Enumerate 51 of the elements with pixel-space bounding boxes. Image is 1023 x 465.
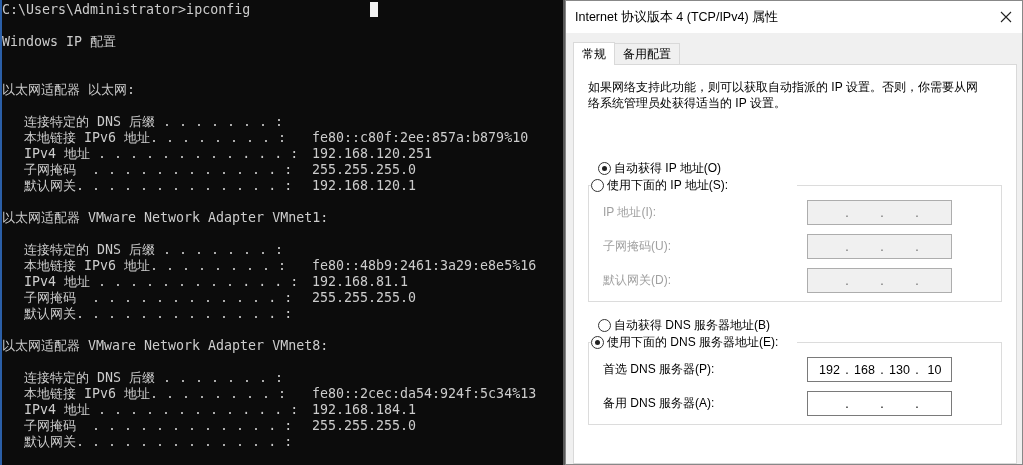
window-title: Internet 协议版本 4 (TCP/IPv4) 属性 (575, 8, 779, 26)
entry-value: 192.168.120.251 (312, 146, 433, 162)
entry-value: 255.255.255.0 (312, 290, 417, 306)
entry-label: 默认网关. . . . . . . . . . . . . : (24, 306, 294, 322)
entry-label: 本地链接 IPv6 地址. . . . . . . . : (24, 258, 288, 274)
entry-label: 子网掩码 . . . . . . . . . . . . : (24, 418, 294, 434)
entry-label: 子网掩码 . . . . . . . . . . . . : (24, 162, 294, 178)
ip-address-field[interactable]: 192 . 168 . 130 . 10 (807, 357, 952, 382)
radio-button[interactable] (591, 179, 604, 192)
radio-label[interactable]: 使用下面的 DNS 服务器地址(E): (607, 334, 779, 351)
adapter-heading: 以太网适配器 VMware Network Adapter VMnet8: (2, 338, 329, 354)
terminal-header: Windows IP 配置 (2, 34, 117, 50)
entry-value: 192.168.184.1 (312, 402, 417, 418)
entry-value: 192.168.81.1 (312, 274, 409, 290)
adapter-heading: 以太网适配器 以太网: (2, 82, 135, 98)
tab[interactable]: 常规 (573, 42, 615, 65)
entry-label: 本地链接 IPv6 地址. . . . . . . . : (24, 130, 288, 146)
entry-label: IPv4 地址 . . . . . . . . . . . . : (24, 146, 300, 162)
entry-label: 本地链接 IPv6 地址. . . . . . . . : (24, 386, 288, 402)
adapter-heading: 以太网适配器 VMware Network Adapter VMnet1: (2, 210, 329, 226)
radio-label[interactable]: 自动获得 IP 地址(O) (614, 159, 722, 177)
radio-label[interactable]: 使用下面的 IP 地址(S): (607, 177, 729, 194)
command-line: C:\Users\Administrator>ipconfig (2, 2, 251, 18)
field-label: 默认网关(D): (603, 272, 672, 289)
entry-value: fe80::48b9:2461:3a29:e8e5%16 (312, 258, 537, 274)
radio-button[interactable] (598, 318, 611, 332)
field-label: 子网掩码(U): (603, 238, 672, 255)
entry-value: fe80::c80f:2ee:857a:b879%10 (312, 130, 529, 146)
ip-address-field[interactable]: . . . (807, 391, 952, 416)
entry-label: 默认网关. . . . . . . . . . . . . : (24, 178, 294, 194)
entry-value: 192.168.120.1 (312, 178, 417, 194)
entry-value: 255.255.255.0 (312, 418, 417, 434)
entry-label: 子网掩码 . . . . . . . . . . . . : (24, 290, 294, 306)
entry-value: fe80::2cec:da54:924f:5c34%13 (312, 386, 537, 402)
tab[interactable]: 备用配置 (614, 43, 680, 64)
entry-label: 连接特定的 DNS 后缀 . . . . . . . : (24, 114, 285, 130)
radio-button[interactable] (591, 336, 604, 349)
field-label: 首选 DNS 服务器(P): (603, 361, 716, 378)
entry-value: 255.255.255.0 (312, 162, 417, 178)
radio-button[interactable] (598, 161, 611, 175)
entry-label: IPv4 地址 . . . . . . . . . . . . : (24, 274, 300, 290)
entry-label: 连接特定的 DNS 后缀 . . . . . . . : (24, 370, 285, 386)
entry-label: 默认网关. . . . . . . . . . . . . : (24, 434, 294, 450)
radio-label[interactable]: 自动获得 DNS 服务器地址(B) (614, 316, 770, 334)
field-label: 备用 DNS 服务器(A): (603, 395, 716, 412)
entry-label: 连接特定的 DNS 后缀 . . . . . . . : (24, 242, 285, 258)
field-label: IP 地址(I): (603, 204, 658, 221)
cursor-icon (370, 2, 378, 17)
close-icon[interactable] (1000, 11, 1012, 23)
description-text: 如果网络支持此功能，则可以获取自动指派的 IP 设置。否则，你需要从网络系统管理员处获得适当的 IP 设置。 (588, 79, 979, 111)
entry-label: IPv4 地址 . . . . . . . . . . . . : (24, 402, 300, 418)
